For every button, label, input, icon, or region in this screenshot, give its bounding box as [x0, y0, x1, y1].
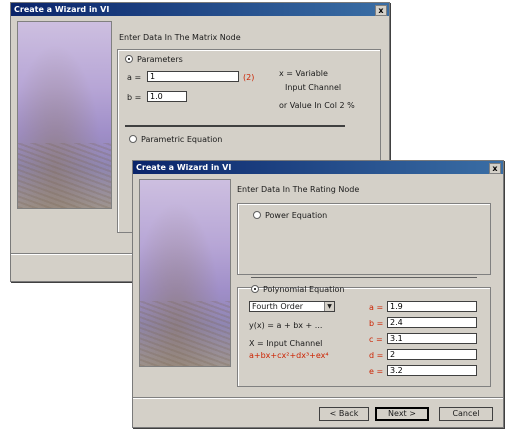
back-parametric-radio[interactable]	[129, 135, 137, 143]
back-window-title: Create a Wizard in VI	[14, 5, 110, 14]
polynomial-help-text-1: y(x) = a + bx + ...	[249, 321, 323, 330]
back-parameters-radio[interactable]	[125, 55, 133, 63]
coef-d-label: d =	[369, 351, 384, 360]
coef-b-label: b =	[369, 319, 384, 328]
front-window-heading: Enter Data In The Rating Node	[237, 185, 360, 194]
front-wizard-image	[139, 179, 231, 367]
back-right-text-3: or Value In Col 2 %	[279, 101, 355, 110]
coef-c-label: c =	[369, 335, 383, 344]
power-equation-label: Power Equation	[265, 211, 328, 220]
coef-e-input[interactable]: 3.2	[387, 365, 477, 376]
coef-b-input[interactable]: 2.4	[387, 317, 477, 328]
front-wizard-window: Create a Wizard in VI x Enter Data In Th…	[132, 160, 504, 428]
front-window-close-button[interactable]: x	[489, 163, 501, 174]
polynomial-order-dropdown[interactable]: Fourth Order ▼	[249, 301, 335, 312]
coef-e-label: e =	[369, 367, 384, 376]
front-window-titlebar[interactable]: Create a Wizard in VI x	[133, 161, 503, 174]
next-button[interactable]: Next >	[375, 407, 429, 421]
back-right-text-2: Input Channel	[285, 83, 342, 92]
back-field2-label: b =	[127, 93, 142, 102]
back-button[interactable]: < Back	[319, 407, 369, 421]
back-field1-input[interactable]: 1	[147, 71, 239, 82]
power-equation-radio[interactable]	[253, 211, 261, 219]
coef-d-input[interactable]: 2	[387, 349, 477, 360]
back-parametric-label: Parametric Equation	[141, 135, 223, 144]
coef-a-label: a =	[369, 303, 384, 312]
back-divider-rule	[125, 125, 345, 127]
back-field2-input[interactable]: 1.0	[147, 91, 187, 102]
polynomial-order-value: Fourth Order	[252, 302, 304, 311]
back-parameters-label: Parameters	[137, 55, 183, 64]
polynomial-formula: a+bx+cx²+dx³+ex⁴	[249, 351, 329, 360]
front-footer-separator	[133, 397, 503, 399]
cancel-button[interactable]: Cancel	[439, 407, 493, 421]
polynomial-equation-label: Polynomial Equation	[263, 285, 345, 294]
coef-c-input[interactable]: 3.1	[387, 333, 477, 344]
back-field1-label: a =	[127, 73, 142, 82]
polynomial-help-text-2: X = Input Channel	[249, 339, 323, 348]
back-window-titlebar[interactable]: Create a Wizard in VI x	[11, 3, 389, 16]
back-wizard-image	[17, 21, 112, 209]
front-divider-rule	[251, 277, 477, 278]
chevron-down-icon[interactable]: ▼	[324, 302, 334, 311]
coef-a-input[interactable]: 1.9	[387, 301, 477, 312]
back-window-heading: Enter Data In The Matrix Node	[119, 33, 241, 42]
back-field1-unit: (2)	[243, 73, 255, 82]
polynomial-equation-radio[interactable]	[251, 285, 259, 293]
back-right-text-1: x = Variable	[279, 69, 328, 78]
back-window-close-button[interactable]: x	[375, 5, 387, 16]
front-window-title: Create a Wizard in VI	[136, 163, 232, 172]
